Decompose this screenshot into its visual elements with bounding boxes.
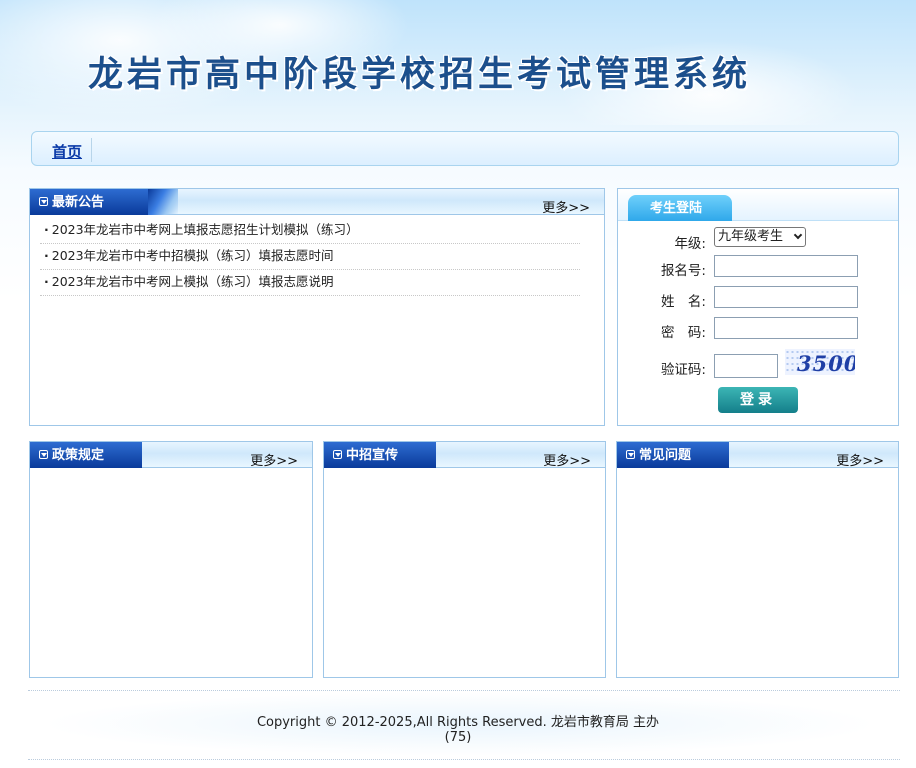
policy-more-link[interactable]: 更多>> — [250, 450, 298, 469]
login-title-tab: 考生登陆 — [628, 195, 732, 221]
expand-arrow-icon — [333, 450, 342, 459]
panel-title: 常见问题 — [639, 448, 692, 463]
expand-arrow-icon — [626, 450, 635, 459]
notice-list: 2023年龙岩市中考网上填报志愿招生计划模拟（练习） 2023年龙岩市中考中招模… — [40, 218, 580, 296]
reg-number-label: 报名号: — [660, 263, 706, 279]
captcha-row: 验证码: 3500 — [618, 349, 898, 378]
faq-more-link[interactable]: 更多>> — [836, 450, 884, 469]
login-button[interactable]: 登录 — [718, 387, 798, 413]
chevron-down-icon — [793, 230, 803, 240]
panel-header: 常见问题 更多>> — [617, 442, 898, 469]
captcha-input[interactable] — [714, 354, 778, 378]
faq-panel: 常见问题 更多>> — [616, 441, 899, 678]
tab-decoration — [148, 189, 178, 215]
password-label: 密 码: — [660, 325, 706, 341]
footer-divider — [28, 759, 900, 760]
policy-panel: 政策规定 更多>> — [29, 441, 313, 678]
panel-header: 政策规定 更多>> — [30, 442, 312, 469]
publicity-more-link[interactable]: 更多>> — [543, 450, 591, 469]
reg-number-input[interactable] — [714, 255, 858, 277]
login-panel: 考生登陆 年级: 九年级考生 报名号: 姓 名: 密 码: 验证码: 3500 … — [617, 188, 899, 426]
password-input[interactable] — [714, 317, 858, 339]
captcha-text: 3500 — [797, 351, 855, 375]
panel-title: 中招宣传 — [346, 448, 399, 463]
publicity-panel: 中招宣传 更多>> — [323, 441, 606, 678]
site-title: 龙岩市高中阶段学校招生考试管理系统 — [88, 55, 752, 95]
grade-row: 年级: 九年级考生 — [618, 227, 898, 252]
panel-title: 最新公告 — [52, 195, 105, 210]
footer-divider — [28, 690, 900, 691]
login-header: 考生登陆 — [618, 189, 898, 221]
grade-label: 年级: — [674, 236, 706, 252]
notice-item[interactable]: 2023年龙岩市中考中招模拟（练习）填报志愿时间 — [40, 244, 580, 270]
panel-title-tab: 中招宣传 — [324, 442, 436, 468]
expand-arrow-icon — [39, 197, 48, 206]
notices-more-link[interactable]: 更多>> — [542, 197, 590, 216]
panel-title-tab: 最新公告 — [30, 189, 155, 215]
notice-item[interactable]: 2023年龙岩市中考网上模拟（练习）填报志愿说明 — [40, 270, 580, 296]
header-banner: 龙岩市高中阶段学校招生考试管理系统 — [0, 0, 916, 125]
panel-title-tab: 常见问题 — [617, 442, 729, 468]
visit-counter: (75) — [444, 730, 472, 745]
nav-home-link[interactable]: 首页 — [52, 141, 82, 162]
notice-item[interactable]: 2023年龙岩市中考网上填报志愿招生计划模拟（练习） — [40, 218, 580, 244]
grade-select-value: 九年级考生 — [718, 229, 784, 244]
panel-header: 最新公告 更多>> — [30, 189, 604, 216]
name-input[interactable] — [714, 286, 858, 308]
notices-panel: 最新公告 更多>> 2023年龙岩市中考网上填报志愿招生计划模拟（练习） 202… — [29, 188, 605, 426]
grade-select[interactable]: 九年级考生 — [714, 227, 806, 247]
name-row: 姓 名: — [618, 286, 898, 310]
panel-title-tab: 政策规定 — [30, 442, 142, 468]
reg-row: 报名号: — [618, 255, 898, 279]
panel-title: 政策规定 — [52, 448, 105, 463]
password-row: 密 码: — [618, 317, 898, 341]
captcha-image[interactable]: 3500 — [785, 349, 855, 375]
captcha-label: 验证码: — [660, 362, 706, 378]
copyright-text: Copyright © 2012-2025,All Rights Reserve… — [256, 715, 660, 730]
nav-divider — [91, 138, 92, 162]
expand-arrow-icon — [39, 450, 48, 459]
panel-header: 中招宣传 更多>> — [324, 442, 605, 469]
name-label: 姓 名: — [660, 294, 706, 310]
nav-bar: 首页 — [31, 131, 899, 166]
